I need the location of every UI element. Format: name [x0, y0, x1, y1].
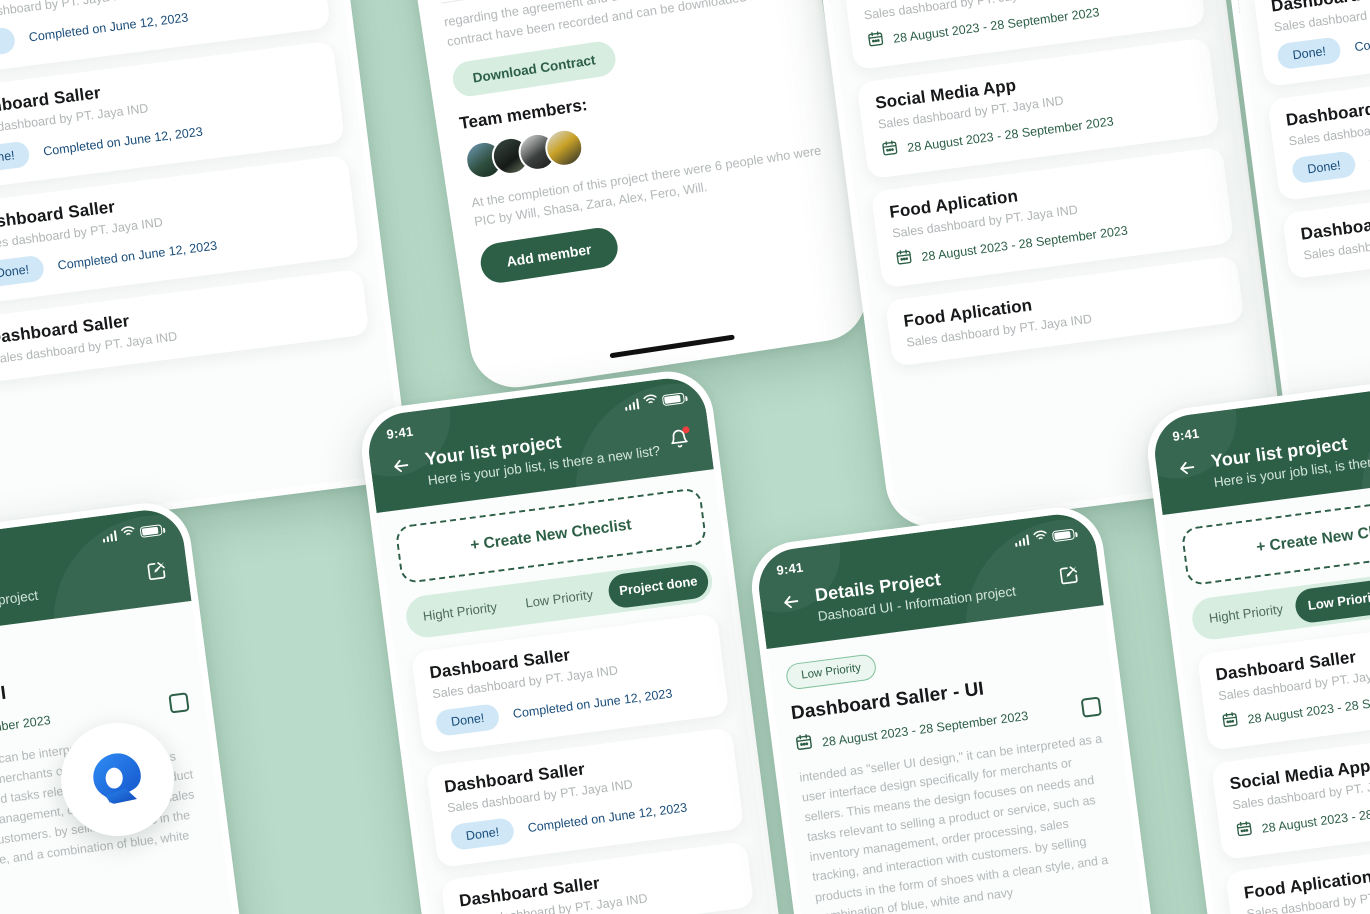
battery-icon: [139, 524, 163, 538]
task-completed-date: Completed on June 12, 2023: [56, 238, 218, 273]
checkbox-icon[interactable]: [1080, 696, 1102, 718]
status-badge: Done!: [449, 817, 516, 851]
tab-hight-priority[interactable]: Hight Priority: [408, 589, 512, 636]
priority-pill: Low Priority: [784, 653, 878, 691]
faq-answer: regarding the agreement and details of t…: [442, 0, 776, 49]
phone-mockup-details-project-left: 9:41 Details Project Dashoard UI - Infor…: [0, 497, 276, 914]
screen-details-project-right: 9:41 Details Project Dashoard UI - Infor…: [754, 509, 1180, 914]
screen-your-list-project: 9:41 Your list project Here is your job …: [364, 373, 790, 914]
screen-details-project: 9:41 Details Project Dashoard UI - Infor…: [0, 505, 268, 914]
screen-project-done: Hight Priority Low Priority Project done…: [0, 0, 404, 527]
tab-project-done[interactable]: Project done: [606, 562, 711, 610]
status-icons: [1013, 524, 1076, 548]
signal-icon: [101, 530, 118, 543]
checkbox-icon[interactable]: [168, 692, 190, 714]
signal-icon: [1014, 534, 1030, 548]
status-badge: Done!: [0, 140, 32, 175]
mockup-stage: Hight Priority Low Priority Project done…: [0, 0, 1370, 914]
signal-icon: [624, 398, 640, 412]
calendar-icon: [866, 29, 886, 53]
arrow-left-icon[interactable]: [1175, 456, 1199, 484]
tab-hight-priority[interactable]: Hight Priority: [1194, 591, 1298, 638]
calendar-icon: [894, 247, 914, 271]
status-badge: Done!: [434, 702, 501, 737]
phone-mockup-your-list-project-edge: 9:41 Your list project Here is your job …: [1142, 368, 1370, 914]
task-completed-date: Completed on June 12, 2023: [526, 800, 688, 836]
status-badge: Done!: [1276, 36, 1343, 71]
edit-square-icon[interactable]: [1057, 563, 1081, 591]
battery-icon: [661, 392, 686, 407]
bell-icon[interactable]: [667, 425, 691, 455]
task-card[interactable]: Dashboard Saller Sales dashboard by PT. …: [1252, 0, 1370, 88]
app-logo-icon: [61, 723, 174, 836]
calendar-icon: [1220, 710, 1240, 734]
task-completed-date: Completed on June 12, 2023: [42, 124, 204, 159]
edit-square-icon[interactable]: [145, 559, 169, 587]
phone-mockup-your-list-project: 9:41 Your list project Here is your job …: [356, 366, 798, 914]
arrow-left-icon[interactable]: [779, 590, 803, 618]
status-badge: Done!: [0, 254, 46, 289]
phone-mockup-project-done: Hight Priority Low Priority Project done…: [0, 0, 411, 535]
phone-mockup-detail-information: Detail Information Regarding cooperation…: [363, 0, 873, 394]
arrow-left-icon[interactable]: [389, 454, 413, 482]
status-time: 9:41: [385, 423, 415, 442]
wifi-icon: [642, 392, 658, 409]
status-time: 9:41: [775, 559, 805, 578]
phone-mockup-details-project-right: 9:41 Details Project Dashoard UI - Infor…: [746, 502, 1188, 914]
tab-low-priority[interactable]: Low Priority: [1293, 577, 1370, 625]
status-badge: Done!: [1290, 150, 1358, 185]
project-description: intended as "seller UI design," it can b…: [798, 731, 1109, 914]
wifi-icon: [120, 524, 136, 541]
task-completed-date: Completed on June 12, 2023: [512, 686, 674, 722]
task-completed-date: Completed on June 12, 2023: [28, 10, 190, 45]
status-icons: [623, 388, 686, 412]
calendar-icon: [794, 732, 815, 757]
status-time: 9:41: [1171, 425, 1201, 444]
tab-low-priority[interactable]: Low Priority: [507, 576, 611, 623]
status-badge: Done!: [0, 26, 17, 61]
battery-icon: [1051, 528, 1076, 543]
calendar-icon: [880, 138, 900, 162]
screen-detail-information: Detail Information Regarding cooperation…: [371, 0, 865, 386]
calendar-icon: [1235, 819, 1255, 843]
download-contract-button[interactable]: Download Contract: [450, 39, 618, 99]
screen-your-list-project-edge: 9:41 Your list project Here is your job …: [1150, 375, 1370, 914]
wifi-icon: [1032, 528, 1048, 545]
status-icons: [101, 520, 163, 543]
add-member-button[interactable]: Add member: [478, 225, 621, 286]
task-completed-date: Completed on June 12, 2023: [1353, 20, 1370, 55]
